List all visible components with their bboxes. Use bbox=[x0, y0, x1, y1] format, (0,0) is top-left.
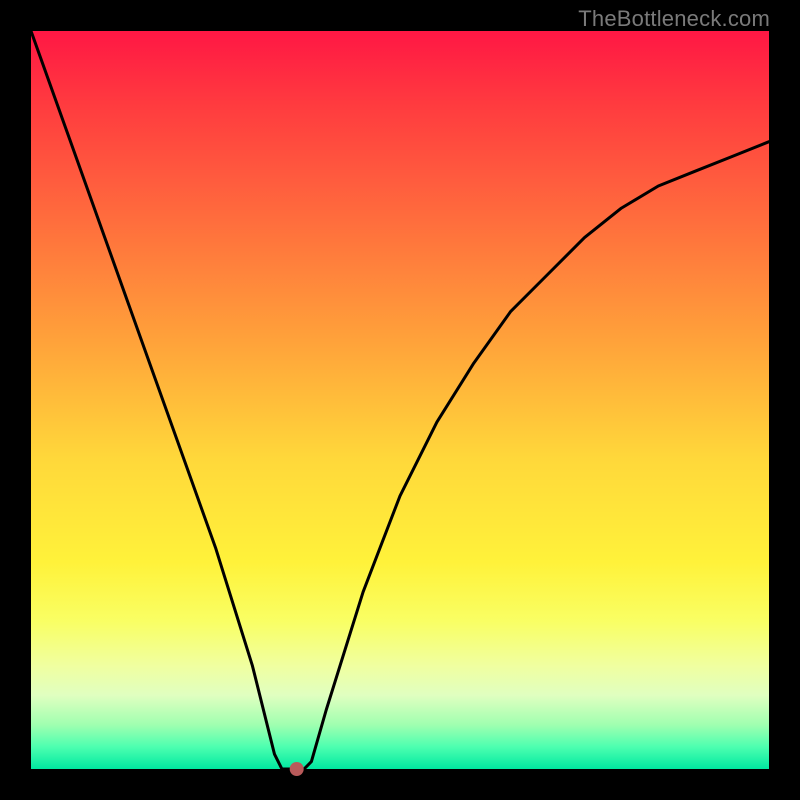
watermark-text: TheBottleneck.com bbox=[578, 6, 770, 32]
bottleneck-curve-line bbox=[31, 31, 769, 769]
optimal-point-marker bbox=[290, 762, 304, 776]
chart-svg bbox=[31, 31, 769, 769]
chart-frame: TheBottleneck.com bbox=[0, 0, 800, 800]
